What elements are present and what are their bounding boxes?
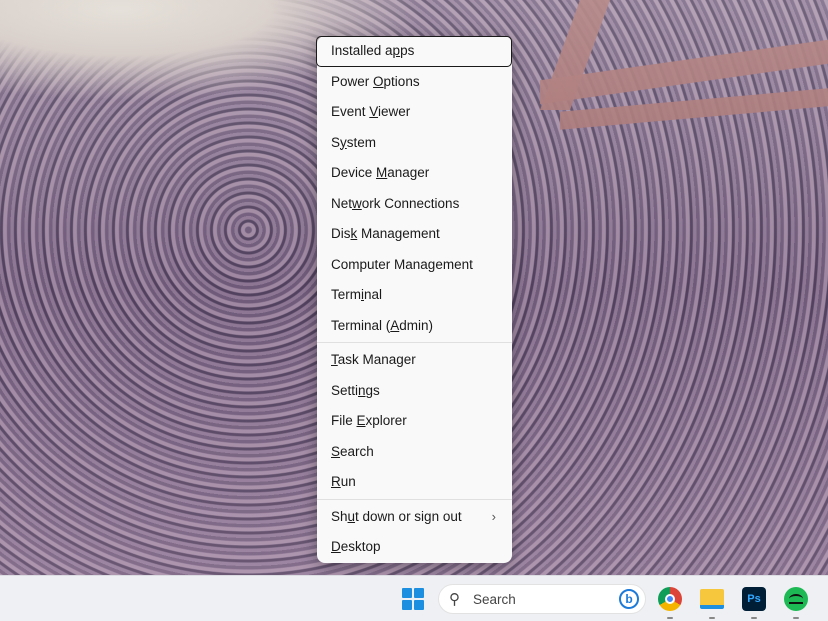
accelerator-key: A [390, 317, 400, 333]
taskbar: ⚲ Search b Ps [0, 575, 828, 621]
menu-item-label: ps [400, 43, 415, 58]
menu-item-disk-management[interactable]: Disk Management [317, 219, 512, 250]
menu-item-label: Management [357, 226, 440, 241]
search-icon: ⚲ [449, 591, 460, 608]
menu-item-label: ement [435, 256, 473, 272]
menu-item-file-explorer[interactable]: File Explorer [317, 406, 512, 437]
accelerator-key: O [373, 73, 384, 89]
accelerator-key: p [392, 43, 401, 58]
menu-item-label: Terminal ( [331, 317, 391, 333]
accelerator-key: V [369, 104, 379, 119]
menu-item-label: Sh [331, 508, 348, 524]
menu-item-label: anager [387, 165, 430, 180]
quick-link-menu: Installed apps Power Options Event Viewer S… [316, 36, 512, 563]
photoshop-icon[interactable]: Ps [742, 587, 766, 611]
file-explorer-icon[interactable] [700, 589, 724, 609]
chrome-icon[interactable] [658, 587, 682, 611]
menu-item-power-options[interactable]: Power Options [317, 67, 512, 98]
accelerator-key: y [340, 134, 347, 150]
menu-item-label: stem [346, 134, 377, 150]
menu-item-computer-management[interactable]: Computer Management [317, 250, 512, 281]
menu-item-label: dmin) [399, 317, 434, 333]
spotify-icon[interactable] [784, 587, 808, 611]
menu-item-search[interactable]: Search [317, 437, 512, 468]
wallpaper-chair-beam [540, 39, 828, 105]
menu-item-event-viewer[interactable]: Event Viewer [317, 97, 512, 128]
accelerator-key: D [331, 539, 341, 554]
menu-item-label: nal [364, 287, 383, 302]
menu-item-label: gs [365, 382, 380, 398]
menu-item-label: xplorer [365, 413, 407, 428]
menu-item-label: Term [331, 287, 361, 302]
menu-item-label: ptions [383, 73, 420, 89]
start-button[interactable] [402, 588, 424, 610]
search-placeholder: Search [473, 592, 516, 607]
menu-item-label: iewer [378, 104, 411, 119]
menu-item-label: Device [331, 165, 377, 180]
menu-item-run[interactable]: Run [317, 467, 512, 498]
menu-item-label: t down or sign out [355, 508, 462, 524]
menu-item-installed-apps[interactable]: Installed apps [316, 36, 512, 67]
accelerator-key: n [358, 382, 366, 398]
accelerator-key: R [331, 474, 341, 489]
menu-item-network-connections[interactable]: Network Connections [317, 189, 512, 220]
menu-item-label: S [331, 134, 341, 150]
menu-separator [317, 498, 512, 500]
chevron-right-icon: › [491, 508, 496, 524]
menu-item-label: ork Connections [361, 195, 460, 211]
menu-item-label: File [331, 413, 357, 428]
menu-item-label: Computer Mana [331, 256, 428, 272]
menu-item-label: Event [331, 104, 370, 119]
menu-item-desktop[interactable]: Desktop [317, 532, 512, 563]
menu-item-label: esktop [340, 539, 381, 554]
menu-item-terminal-admin[interactable]: Terminal (Admin) [317, 311, 512, 342]
wallpaper-chair-beam [560, 88, 828, 130]
menu-item-label: Installed a [331, 43, 393, 58]
wallpaper-chair [539, 0, 611, 110]
menu-item-settings[interactable]: Settings [317, 376, 512, 407]
accelerator-key: S [331, 443, 341, 459]
accelerator-key: T [331, 352, 338, 367]
accelerator-key: u [347, 508, 356, 524]
menu-item-label: Dis [331, 226, 351, 241]
taskbar-search[interactable]: ⚲ Search b [438, 584, 646, 614]
bing-icon[interactable]: b [619, 589, 639, 609]
menu-item-label: Net [331, 195, 353, 211]
menu-item-terminal[interactable]: Terminal [317, 280, 512, 311]
accelerator-key: w [352, 195, 362, 211]
accelerator-key: M [376, 165, 388, 180]
accelerator-key: E [356, 413, 366, 428]
menu-item-system[interactable]: System [317, 128, 512, 159]
menu-item-device-manager[interactable]: Device Manager [317, 158, 512, 189]
menu-item-label: ask Manager [337, 352, 416, 367]
menu-item-label: Setti [331, 382, 359, 398]
menu-item-label: earch [340, 443, 374, 459]
menu-item-label: un [340, 474, 356, 489]
menu-item-label: Power [331, 73, 374, 89]
menu-separator [317, 342, 512, 343]
menu-item-shut-down-or-sign-out[interactable]: Shut down or sign out › [317, 502, 512, 533]
menu-item-task-manager[interactable]: Task Manager [317, 345, 512, 376]
